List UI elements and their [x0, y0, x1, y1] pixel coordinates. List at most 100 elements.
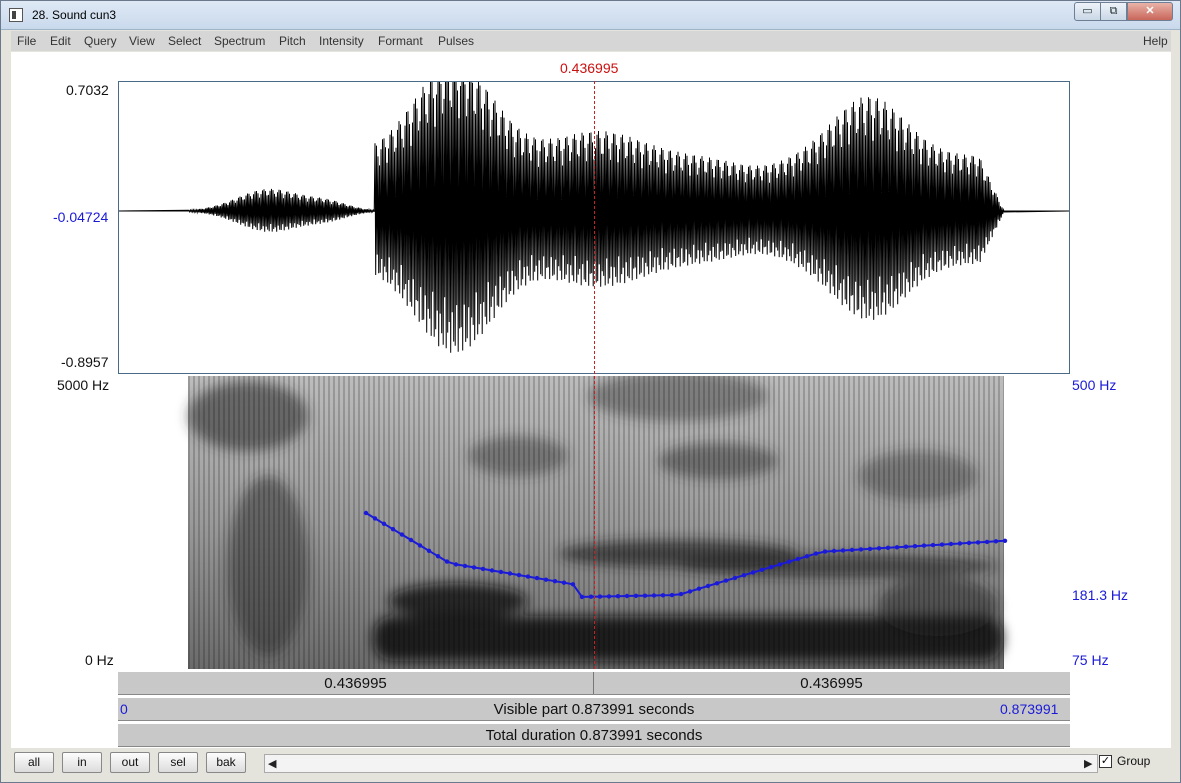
title-bar: 28. Sound cun3 ▭ ⧉ ✕: [1, 1, 1180, 30]
time-bar-left-segment[interactable]: 0.436995: [118, 672, 593, 694]
pitch-top-label: 500 Hz: [1072, 377, 1117, 393]
pitch-point: [606, 594, 612, 599]
menu-view[interactable]: View: [129, 34, 155, 48]
pitch-point: [777, 562, 783, 567]
pitch-point: [885, 545, 891, 550]
praat-sound-editor-window: 28. Sound cun3 ▭ ⧉ ✕ File Edit Query Vie…: [0, 0, 1181, 783]
pitch-point: [489, 568, 495, 573]
pitch-point: [579, 594, 585, 600]
menu-select[interactable]: Select: [168, 34, 201, 48]
pitch-point: [804, 554, 810, 559]
pitch-point: [921, 543, 927, 548]
group-checkbox[interactable]: ✓: [1099, 755, 1112, 768]
pitch-point: [480, 566, 486, 572]
pitch-point: [372, 516, 378, 521]
menu-pulses[interactable]: Pulses: [438, 34, 474, 48]
window-title: 28. Sound cun3: [32, 8, 117, 22]
app-icon: [9, 8, 23, 22]
pitch-point: [552, 579, 558, 584]
menu-file[interactable]: File: [17, 34, 36, 48]
pitch-point: [939, 542, 945, 547]
pitch-point: [768, 564, 774, 570]
pitch-point: [651, 593, 657, 598]
pitch-point: [597, 594, 603, 599]
pitch-point: [408, 537, 414, 543]
scroll-left-arrow-icon[interactable]: ◀: [268, 757, 276, 770]
pitch-point: [813, 551, 819, 556]
group-label: Group: [1117, 754, 1151, 768]
waveform-max-label: 0.7032: [66, 82, 109, 98]
menu-spectrum[interactable]: Spectrum: [214, 34, 265, 48]
pitch-point: [381, 521, 387, 526]
pitch-point: [507, 571, 513, 576]
pitch-point: [930, 542, 936, 548]
pitch-point: [525, 574, 531, 579]
show-all-button[interactable]: all: [14, 752, 54, 773]
pitch-point: [660, 593, 666, 598]
menu-formant[interactable]: Formant: [378, 34, 423, 48]
pitch-point: [876, 546, 882, 551]
pitch-point: [624, 593, 630, 599]
pitch-point: [750, 570, 756, 575]
pitch-point: [687, 589, 693, 594]
visible-part-bar[interactable]: 0 Visible part 0.873991 seconds 0.873991: [118, 697, 1070, 721]
maximize-button[interactable]: ⧉: [1100, 2, 1127, 21]
pitch-point: [867, 546, 873, 552]
minimize-button[interactable]: ▭: [1074, 2, 1101, 21]
pitch-point: [642, 593, 648, 598]
pitch-point: [705, 583, 711, 589]
pitch-point: [795, 556, 801, 562]
pitch-point: [417, 543, 423, 548]
menu-help[interactable]: Help: [1143, 34, 1168, 48]
pitch-point: [732, 575, 738, 581]
pitch-point: [543, 577, 549, 582]
pitch-point: [570, 582, 576, 587]
pitch-point: [993, 539, 999, 544]
total-duration-label: Total duration 0.873991 seconds: [485, 727, 703, 744]
pitch-point: [696, 586, 702, 591]
pitch-point: [633, 593, 639, 598]
zoom-selection-button[interactable]: sel: [158, 752, 198, 773]
total-duration-bar[interactable]: Total duration 0.873991 seconds: [118, 723, 1070, 747]
pitch-point: [849, 547, 855, 553]
cursor-time-bar[interactable]: 0.436995 0.436995: [118, 671, 1070, 695]
menu-intensity[interactable]: Intensity: [319, 34, 364, 48]
pitch-point: [903, 544, 909, 549]
time-cursor-line: [594, 81, 595, 669]
menu-pitch[interactable]: Pitch: [279, 34, 306, 48]
pitch-point: [912, 544, 918, 549]
pitch-point: [669, 592, 675, 598]
pitch-point: [678, 591, 684, 597]
horizontal-scrollbar[interactable]: ◀ ▶: [264, 754, 1098, 773]
time-bar-left-label: 0.436995: [324, 675, 387, 692]
pitch-point: [399, 532, 405, 537]
pitch-point: [462, 563, 468, 569]
pitch-point: [615, 594, 621, 599]
waveform-min-label: -0.8957: [61, 354, 109, 370]
pitch-point: [975, 540, 981, 545]
pitch-point: [426, 548, 432, 553]
bottom-toolbar: all in out sel bak ◀ ▶ ✓ Group: [11, 749, 1171, 777]
cursor-time-label: 0.436995: [560, 60, 619, 76]
menu-query[interactable]: Query: [84, 34, 117, 48]
spectrogram-top-label: 5000 Hz: [57, 377, 110, 393]
pitch-point: [453, 562, 459, 567]
zoom-out-button[interactable]: out: [110, 752, 150, 773]
pitch-point: [894, 545, 900, 550]
close-button[interactable]: ✕: [1127, 2, 1173, 21]
pitch-point: [858, 547, 864, 552]
time-bar-right-segment[interactable]: 0.436995: [594, 672, 1069, 694]
pitch-point: [588, 594, 594, 599]
menu-edit[interactable]: Edit: [50, 34, 71, 48]
pitch-bottom-label: 75 Hz: [1072, 652, 1109, 668]
scroll-right-arrow-icon[interactable]: ▶: [1084, 757, 1092, 770]
pitch-point: [822, 549, 828, 554]
pitch-point: [435, 554, 441, 559]
visible-end-label: 0.873991: [1000, 701, 1059, 717]
pitch-point: [840, 548, 846, 553]
spectrogram-striations: [188, 376, 1004, 669]
pitch-cursor-label: 181.3 Hz: [1072, 587, 1129, 603]
zoom-back-button[interactable]: bak: [206, 752, 246, 773]
zoom-in-button[interactable]: in: [62, 752, 102, 773]
pitch-point: [516, 572, 522, 578]
